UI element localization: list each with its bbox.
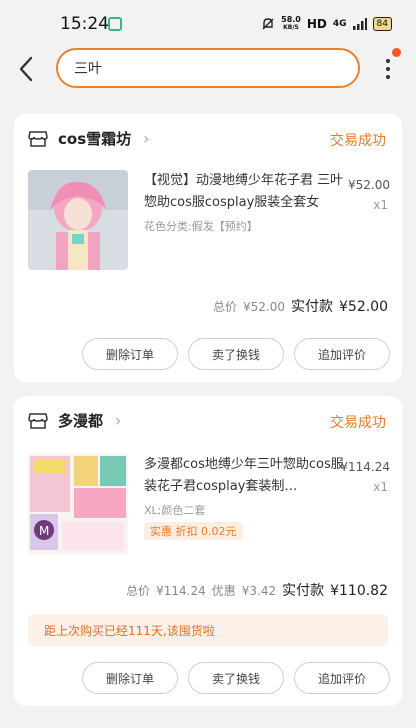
chevron-right-icon: › (115, 411, 122, 430)
total-label: 总价 (126, 584, 151, 598)
product-quantity: x1 (373, 198, 388, 212)
add-review-button[interactable]: 追加评价 (294, 662, 390, 694)
trade-status: 交易成功 (330, 133, 386, 149)
paid-value: ¥110.82 (330, 583, 388, 599)
shop-name: cos雪霜坊 (58, 130, 132, 148)
svg-text:M: M (39, 524, 49, 538)
more-dot-icon (386, 67, 390, 71)
order-totals: 总价 ¥52.00 实付款 ¥52.00 (213, 296, 388, 316)
more-options-button[interactable] (378, 52, 398, 86)
app-notification-icon (108, 17, 122, 31)
order-actions: 删除订单 卖了换钱 追加评价 (82, 338, 390, 370)
status-indicators: 58.0 KB/S HD 4G 84 (261, 16, 392, 32)
total-value: ¥114.24 (156, 584, 206, 598)
shop-icon (28, 412, 48, 429)
more-dot-icon (386, 59, 390, 63)
discount-value: ¥3.42 (241, 584, 277, 598)
product-quantity: x1 (373, 480, 388, 494)
status-bar: 15:24 58.0 KB/S HD 4G 84 (0, 0, 416, 48)
more-dot-icon (386, 75, 390, 79)
product-title[interactable]: 【视觉】动漫地缚少年花子君 三叶惣助cos服cosplay服装全套女 (144, 170, 344, 214)
delete-order-button[interactable]: 删除订单 (82, 662, 178, 694)
trade-status: 交易成功 (330, 415, 386, 431)
product-price: ¥52.00 (348, 178, 390, 192)
search-header: 三叶 (0, 48, 416, 92)
product-image: M (28, 454, 128, 554)
paid-label: 实付款 (291, 299, 333, 315)
chevron-right-icon: › (143, 129, 150, 148)
order-card: cos雪霜坊 › 交易成功 【视觉】动漫地缚少年花子君 三叶惣助cos服cosp… (14, 114, 402, 382)
mute-bell-icon (262, 18, 274, 30)
product-sku: 花色分类:假发【预约】 (144, 220, 258, 233)
status-time: 15:24 (60, 14, 109, 34)
resell-button[interactable]: 卖了换钱 (188, 662, 284, 694)
shop-icon (28, 130, 48, 147)
product-price: ¥114.24 (340, 460, 390, 474)
promo-tag: 实惠 折扣 0.02元 (144, 522, 243, 540)
order-card: 多漫都 › 交易成功 M 多漫都cos地缚少年三叶惣助cos服装花子君cospl… (14, 396, 402, 706)
discount-label: 优惠 (211, 584, 236, 598)
net-speed-unit: KB/S (283, 24, 299, 31)
paid-label: 实付款 (282, 583, 325, 599)
battery-indicator: 84 (372, 17, 392, 31)
back-button[interactable] (12, 52, 40, 86)
chevron-left-icon (19, 56, 33, 82)
total-value: ¥52.00 (243, 300, 285, 314)
notification-dot (392, 48, 401, 57)
product-thumbnail[interactable] (28, 170, 128, 270)
shop-link[interactable]: 多漫都 › (28, 410, 121, 431)
add-review-button[interactable]: 追加评价 (294, 338, 390, 370)
search-input[interactable]: 三叶 (56, 48, 360, 88)
delete-order-button[interactable]: 删除订单 (82, 338, 178, 370)
hd-label: HD (306, 17, 327, 31)
net-speed-value: 58.0 (281, 15, 301, 24)
signal-icon (352, 18, 367, 30)
paid-value: ¥52.00 (339, 299, 388, 315)
shop-link[interactable]: cos雪霜坊 › (28, 128, 150, 149)
product-image (28, 170, 128, 270)
product-thumbnail[interactable]: M (28, 454, 128, 554)
repurchase-notice[interactable]: 距上次购买已经111天,该囤货啦 (28, 614, 388, 646)
search-query: 三叶 (74, 61, 102, 77)
net-speed: 58.0 KB/S (281, 16, 301, 32)
total-label: 总价 (212, 300, 237, 314)
order-actions: 删除订单 卖了换钱 追加评价 (82, 662, 390, 694)
signal-label: 4G (332, 19, 347, 29)
resell-button[interactable]: 卖了换钱 (188, 338, 284, 370)
order-totals: 总价 ¥114.24 优惠 ¥3.42 实付款 ¥110.82 (126, 580, 388, 600)
shop-name: 多漫都 (58, 412, 104, 430)
product-title[interactable]: 多漫都cos地缚少年三叶惣助cos服装花子君cosplay套装制… (144, 454, 344, 498)
product-sku: XL;颜色二套 (144, 504, 206, 517)
